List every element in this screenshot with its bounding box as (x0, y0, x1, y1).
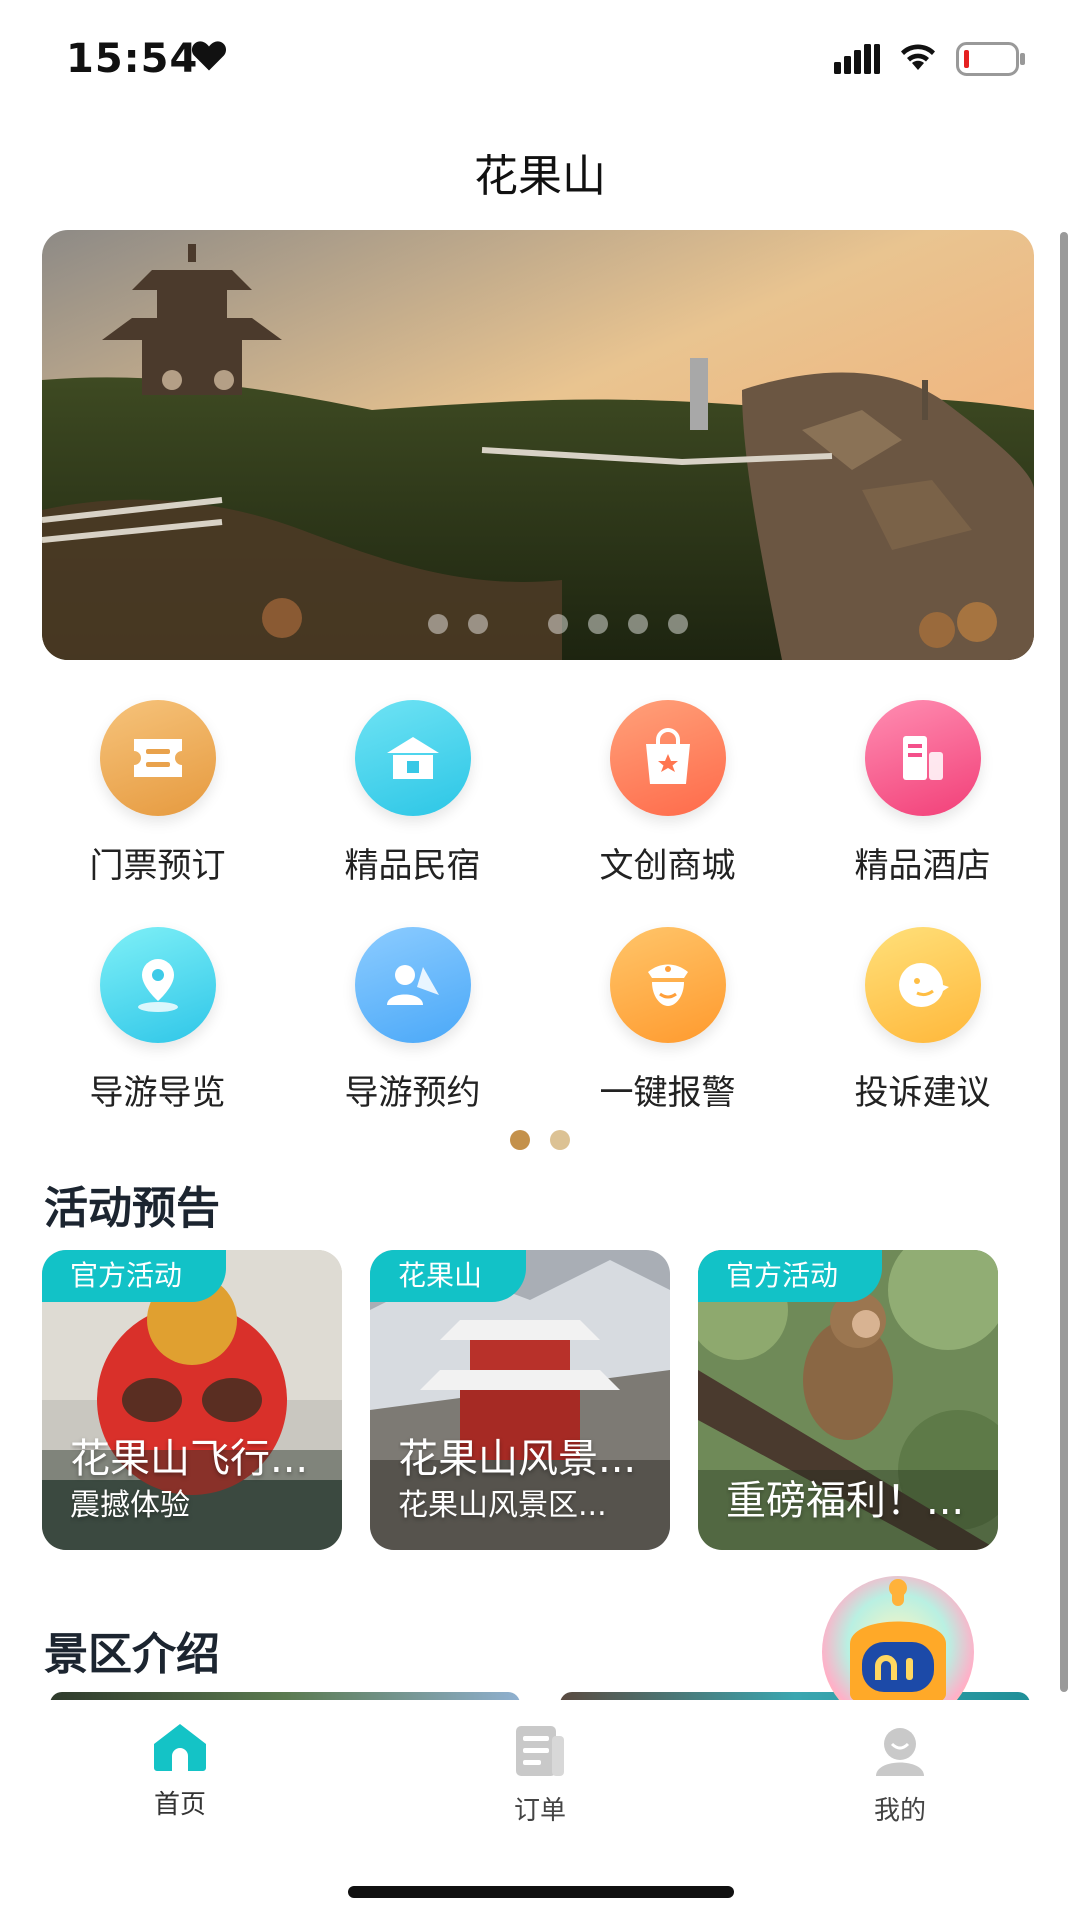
activity-subtitle: 震撼体验 (70, 1488, 190, 1523)
service-label: 精品酒店 (854, 846, 991, 886)
banner-dot (548, 614, 568, 634)
ticket-icon (99, 700, 216, 816)
service-complaint-suggestion[interactable]: 投诉建议 (795, 927, 1050, 1114)
scrollbar[interactable] (1060, 232, 1068, 1692)
shopping-bag-icon (609, 700, 726, 816)
activity-list: 官方活动 花果山飞行... 震撼体验 花果山 花果山风景... 花果山风景区..… (42, 1250, 998, 1550)
banner-dot (668, 614, 688, 634)
activity-tag: 花果山 (370, 1250, 527, 1302)
activity-tag: 官方活动 (42, 1250, 227, 1302)
home-icon (154, 1724, 206, 1771)
banner-carousel[interactable] (42, 230, 1034, 660)
tab-orders[interactable]: 订单 (440, 1722, 640, 1827)
tab-home[interactable]: 首页 (80, 1722, 280, 1821)
signal-icon (834, 44, 880, 74)
service-grid: 门票预订 精品民宿 文创商城 精品酒店 导游导览 导游预约 一键报警 投诉建议 (30, 700, 1050, 1114)
profile-icon (876, 1728, 924, 1776)
activity-title: 花果山风景... (398, 1436, 637, 1482)
banner-dot (468, 614, 488, 634)
banner-dot (508, 614, 528, 634)
activity-title: 花果山飞行... (70, 1436, 309, 1482)
battery-icon (956, 42, 1025, 76)
activity-card[interactable]: 官方活动 花果山飞行... 震撼体验 (42, 1250, 342, 1550)
wifi-icon (901, 44, 935, 70)
tab-label: 我的 (873, 1796, 926, 1826)
activity-card[interactable]: 官方活动 重磅福利！... (698, 1250, 998, 1550)
service-label: 文创商城 (599, 846, 736, 886)
home-indicator[interactable] (348, 1886, 734, 1898)
feedback-icon (864, 927, 981, 1043)
banner-dot (428, 614, 448, 634)
tab-profile[interactable]: 我的 (800, 1722, 1000, 1827)
banner-dot (588, 614, 608, 634)
service-label: 门票预订 (89, 846, 226, 886)
tab-label: 订单 (513, 1796, 566, 1826)
banner-indicator (42, 614, 1034, 634)
pager-dot[interactable] (550, 1130, 570, 1150)
banner-dot (388, 614, 408, 634)
service-label: 一键报警 (599, 1073, 736, 1113)
service-ticket-booking[interactable]: 门票预订 (30, 700, 285, 887)
service-emergency-alarm[interactable]: 一键报警 (540, 927, 795, 1114)
activity-tag: 官方活动 (698, 1250, 883, 1302)
tab-label: 首页 (153, 1790, 206, 1820)
heart-icon (191, 41, 227, 71)
service-guide-booking[interactable]: 导游预约 (285, 927, 540, 1114)
guide-icon (354, 927, 471, 1043)
location-pin-icon (99, 927, 216, 1043)
police-icon (609, 927, 726, 1043)
banner-dot (628, 614, 648, 634)
service-tour-guide-map[interactable]: 导游导览 (30, 927, 285, 1114)
service-pager (0, 1130, 1080, 1150)
service-label: 投诉建议 (854, 1073, 991, 1113)
service-label: 精品民宿 (344, 846, 481, 886)
order-icon (516, 1726, 564, 1776)
service-hotel[interactable]: 精品酒店 (795, 700, 1050, 887)
pager-dot-active[interactable] (510, 1130, 530, 1150)
banner-image (42, 230, 1034, 660)
hotel-icon (864, 700, 981, 816)
status-bar: 15:54 (0, 0, 1080, 120)
service-label: 导游导览 (89, 1073, 226, 1113)
activity-subtitle: 花果山风景区... (398, 1488, 607, 1523)
activity-card[interactable]: 花果山 花果山风景... 花果山风景区... (370, 1250, 670, 1550)
service-label: 导游预约 (344, 1073, 481, 1113)
activity-title: 重磅福利！... (726, 1478, 965, 1524)
page-title: 花果山 (474, 151, 606, 202)
service-cultural-shop[interactable]: 文创商城 (540, 700, 795, 887)
scenic-title: 景区介绍 (44, 1629, 220, 1680)
service-homestay[interactable]: 精品民宿 (285, 700, 540, 887)
status-time: 15:54 (66, 36, 199, 82)
homestay-icon (354, 700, 471, 816)
activities-title: 活动预告 (44, 1183, 220, 1234)
